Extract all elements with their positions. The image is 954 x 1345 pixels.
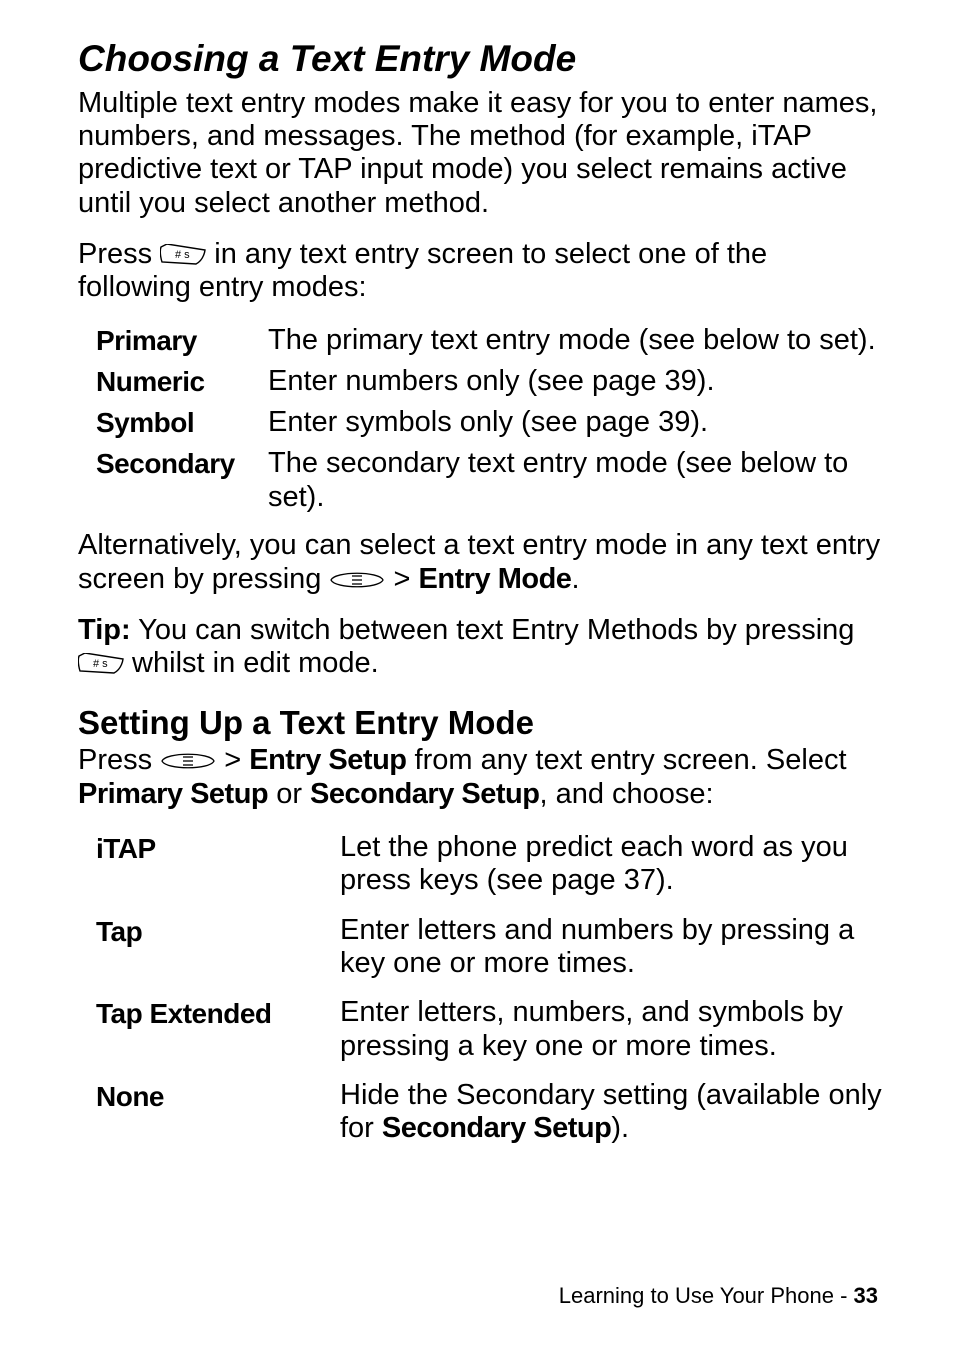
svg-text:# s: # s (175, 249, 190, 261)
hash-key-icon: # s (78, 650, 124, 672)
setup-or-text: or (268, 778, 310, 810)
entry-mode-label: Entry Mode (419, 563, 572, 595)
table-row: Tap Extended Enter letters, numbers, and… (96, 996, 884, 1063)
mode-label-numeric: Numeric (96, 364, 268, 399)
entry-setup-label: Entry Setup (249, 744, 406, 776)
primary-setup-label: Primary Setup (78, 778, 268, 810)
tip-post-text: whilst in edit mode. (124, 647, 379, 679)
table-row: Symbol Enter symbols only (see page 39). (96, 405, 884, 440)
table-row: Tap Enter letters and numbers by pressin… (96, 914, 884, 981)
hash-key-icon: # s (160, 241, 206, 263)
table-row: iTAP Let the phone predict each word as … (96, 831, 884, 898)
tip-paragraph: Tip: You can switch between text Entry M… (78, 614, 884, 681)
menu-key-icon (160, 746, 216, 766)
option-desc-itap: Let the phone predict each word as you p… (340, 831, 884, 898)
none-secondary-setup-label: Secondary Setup (382, 1112, 611, 1144)
mode-label-symbol: Symbol (96, 405, 268, 440)
tip-label: Tip: (78, 614, 131, 646)
mode-label-primary: Primary (96, 323, 268, 358)
option-label-tap-extended: Tap Extended (96, 996, 340, 1031)
option-label-itap: iTAP (96, 831, 340, 866)
table-row: Primary The primary text entry mode (see… (96, 323, 884, 358)
none-post-text: ). (611, 1112, 629, 1144)
press-instruction: Press # s in any text entry screen to se… (78, 238, 884, 305)
mode-label-secondary: Secondary (96, 446, 268, 481)
option-desc-none: Hide the Secondary setting (available on… (340, 1079, 884, 1146)
page-footer: Learning to Use Your Phone - 33 (559, 1283, 878, 1309)
subsection-heading: Setting Up a Text Entry Mode (78, 703, 884, 743)
alt-post-text: . (571, 563, 579, 595)
setup-mid1-text: from any text entry screen. Select (407, 744, 847, 776)
menu-key-icon (329, 565, 385, 585)
setup-end-text: , and choose: (539, 778, 713, 810)
setup-bridge-text: > (216, 744, 249, 776)
mode-desc-symbol: Enter symbols only (see page 39). (268, 405, 708, 440)
option-label-none: None (96, 1079, 340, 1114)
footer-page-number: 33 (854, 1283, 878, 1308)
intro-paragraph: Multiple text entry modes make it easy f… (78, 87, 884, 220)
svg-text:# s: # s (93, 658, 108, 670)
secondary-setup-label: Secondary Setup (310, 778, 539, 810)
alternatively-paragraph: Alternatively, you can select a text ent… (78, 529, 884, 596)
mode-desc-numeric: Enter numbers only (see page 39). (268, 364, 715, 399)
tip-pre-text: You can switch between text Entry Method… (131, 614, 855, 646)
setup-pre-text: Press (78, 744, 160, 776)
table-row: None Hide the Secondary setting (availab… (96, 1079, 884, 1146)
mode-desc-secondary: The secondary text entry mode (see below… (268, 446, 884, 516)
option-desc-tap-extended: Enter letters, numbers, and symbols by p… (340, 996, 884, 1063)
setup-instruction: Press > Entry Setup from any text entry … (78, 744, 884, 811)
option-desc-tap: Enter letters and numbers by pressing a … (340, 914, 884, 981)
entry-modes-table: Primary The primary text entry mode (see… (96, 323, 884, 516)
table-row: Numeric Enter numbers only (see page 39)… (96, 364, 884, 399)
press-pre-text: Press (78, 238, 160, 270)
table-row: Secondary The secondary text entry mode … (96, 446, 884, 516)
setup-options-table: iTAP Let the phone predict each word as … (96, 831, 884, 1146)
alt-bridge-text: > (385, 563, 418, 595)
section-heading: Choosing a Text Entry Mode (78, 38, 884, 81)
option-label-tap: Tap (96, 914, 340, 949)
mode-desc-primary: The primary text entry mode (see below t… (268, 323, 876, 358)
footer-section-text: Learning to Use Your Phone - (559, 1283, 854, 1308)
